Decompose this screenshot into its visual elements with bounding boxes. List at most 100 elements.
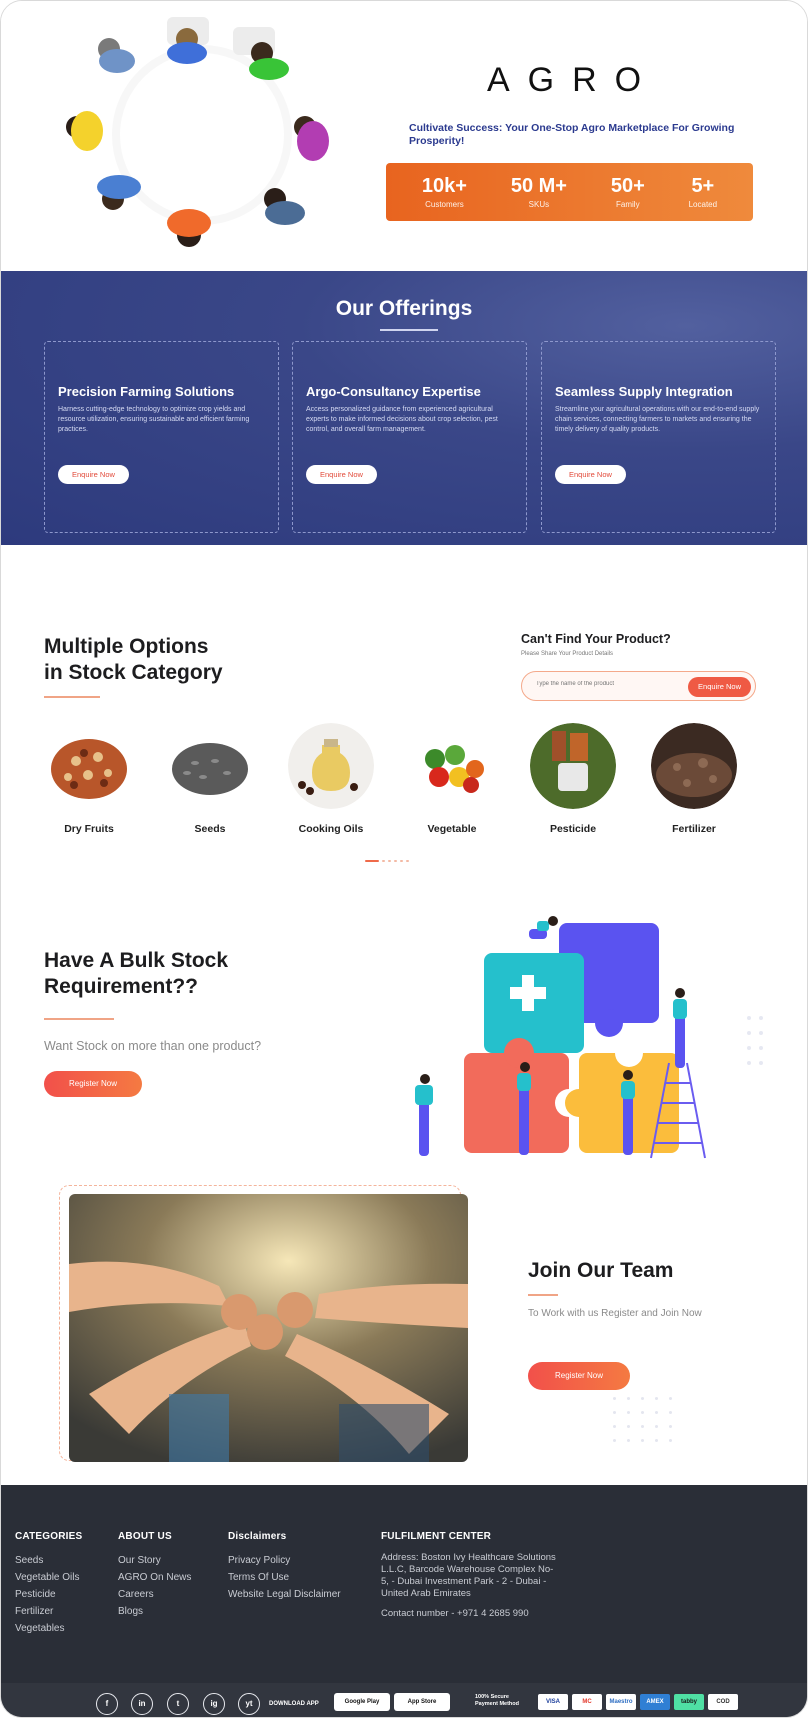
offering-card-precision-farming: Precision Farming Solutions Harness cutt…: [44, 341, 279, 533]
carousel-dot-active[interactable]: [365, 860, 379, 862]
bulk-title: Have A Bulk Stock Requirement??: [44, 948, 228, 1000]
team-meeting-illustration: [66, 17, 329, 247]
secure-line2: Payment Method: [475, 1701, 520, 1707]
download-app-label: DOWNLOAD APP: [269, 1701, 319, 1707]
card-text: Access personalized guidance from experi…: [306, 406, 498, 433]
footer-link-our-story[interactable]: Our Story: [118, 1552, 191, 1569]
brand-logo: AGRO: [487, 61, 660, 99]
category-label: Dry Fruits: [64, 823, 114, 835]
title-underline: [44, 696, 100, 698]
footer-link-terms-of-use[interactable]: Terms Of Use: [228, 1569, 341, 1586]
category-title: Multiple Options in Stock Category: [44, 634, 223, 686]
title-underline: [528, 1294, 558, 1296]
card-title: Seamless Supply Integration: [555, 384, 733, 399]
register-now-button[interactable]: Register Now: [528, 1362, 630, 1390]
hero-tagline: Cultivate Success: Your One-Stop Agro Ma…: [409, 122, 735, 147]
footer-bottom-bar: f in t ig yt DOWNLOAD APP Google Play Ap…: [1, 1683, 807, 1717]
footer-link-careers[interactable]: Careers: [118, 1586, 191, 1603]
enquire-now-button[interactable]: Enquire Now: [555, 465, 626, 484]
find-product-subtitle: Please Share Your Product Details: [521, 651, 614, 657]
category-pesticide[interactable]: Pesticide: [513, 723, 633, 835]
footer-link-news[interactable]: AGRO On News: [118, 1569, 191, 1586]
footer-link-blogs[interactable]: Blogs: [118, 1603, 191, 1620]
title-underline: [380, 329, 438, 331]
google-play-badge[interactable]: Google Play: [334, 1693, 390, 1711]
product-name-input[interactable]: [536, 681, 676, 687]
register-now-button[interactable]: Register Now: [44, 1071, 142, 1097]
stats-bar: 10k+ Customers 50 M+ SKUs 50+ Family 5+ …: [386, 163, 753, 221]
carousel-dot[interactable]: [382, 860, 385, 862]
product-enquiry-form: Enquire Now: [521, 671, 756, 701]
stat-label: Customers: [425, 200, 464, 209]
linkedin-icon[interactable]: in: [131, 1693, 153, 1715]
stat-customers: 10k+ Customers: [422, 175, 467, 209]
offering-card-consultancy: Argo-Consultancy Expertise Access person…: [292, 341, 527, 533]
maestro-icon: Maestro: [606, 1694, 636, 1710]
footer-link-pesticide[interactable]: Pesticide: [15, 1586, 82, 1603]
instagram-icon[interactable]: ig: [203, 1693, 225, 1715]
card-title: Precision Farming Solutions: [58, 384, 235, 399]
category-label: Vegetable: [427, 823, 477, 835]
category-label: Cooking Oils: [298, 823, 364, 835]
stat-skus: 50 M+ SKUs: [511, 175, 567, 209]
page: AGRO Cultivate Success: Your One-Stop Ag…: [0, 0, 808, 1718]
footer-categories: CATEGORIES Seeds Vegetable Oils Pesticid…: [15, 1531, 82, 1637]
category-cooking-oils[interactable]: Cooking Oils: [271, 723, 391, 835]
fulfilment-contact: Contact number - +971 4 2685 990: [381, 1608, 529, 1619]
carousel-dot[interactable]: [388, 860, 391, 862]
carousel-dot[interactable]: [400, 860, 403, 862]
footer-link-vegetable-oils[interactable]: Vegetable Oils: [15, 1569, 82, 1586]
app-store-badge[interactable]: App Store: [394, 1693, 450, 1711]
seeds-image: [167, 723, 253, 809]
team-hands-photo: [69, 1194, 468, 1462]
bulk-subtitle: Want Stock on more than one product?: [44, 1039, 262, 1053]
carousel-dot[interactable]: [394, 860, 397, 862]
footer-disclaimers: Disclaimers Privacy Policy Terms Of Use …: [228, 1531, 341, 1603]
secure-payment-label: 100% Secure Payment Method: [475, 1694, 519, 1708]
pesticide-image: [530, 723, 616, 809]
fulfilment-address: Address: Boston Ivy Healthcare Solutions…: [381, 1552, 556, 1599]
offerings-section: Our Offerings Precision Farming Solution…: [1, 271, 807, 545]
title-underline: [44, 1018, 114, 1020]
cash-on-delivery-icon: COD: [708, 1694, 738, 1710]
category-fertilizer[interactable]: Fertilizer: [634, 723, 754, 835]
decorative-dots: [613, 1397, 672, 1442]
carousel-pagination: [365, 860, 409, 862]
footer-heading: FULFILMENT CENTER: [381, 1531, 492, 1542]
stat-value: 5+: [691, 175, 715, 197]
footer-fulfilment-center: FULFILMENT CENTER Address: Boston Ivy He…: [381, 1531, 559, 1620]
fertilizer-image: [651, 723, 737, 809]
carousel-dot[interactable]: [406, 860, 409, 862]
team-subtitle: To Work with us Register and Join Now: [528, 1308, 702, 1319]
youtube-icon[interactable]: yt: [238, 1693, 260, 1715]
footer-link-legal-disclaimer[interactable]: Website Legal Disclaimer: [228, 1586, 341, 1603]
enquire-now-button[interactable]: Enquire Now: [688, 677, 751, 697]
category-vegetable[interactable]: Vegetable: [392, 723, 512, 835]
enquire-now-button[interactable]: Enquire Now: [306, 465, 377, 484]
footer-link-seeds[interactable]: Seeds: [15, 1552, 82, 1569]
tabby-icon: tabby: [674, 1694, 704, 1710]
twitter-icon[interactable]: t: [167, 1693, 189, 1715]
stat-value: 50 M+: [510, 175, 567, 197]
category-seeds[interactable]: Seeds: [150, 723, 270, 835]
stat-located: 5+ Located: [689, 175, 717, 209]
stat-label: Family: [616, 200, 640, 209]
hero-section: AGRO Cultivate Success: Your One-Stop Ag…: [1, 1, 807, 269]
footer-heading: CATEGORIES: [15, 1531, 83, 1542]
footer-link-privacy-policy[interactable]: Privacy Policy: [228, 1552, 341, 1569]
card-text: Streamline your agricultural operations …: [555, 406, 760, 433]
stat-value: 10k+: [421, 175, 467, 197]
footer: CATEGORIES Seeds Vegetable Oils Pesticid…: [1, 1485, 807, 1717]
card-text: Harness cutting-edge technology to optim…: [58, 406, 250, 433]
footer-link-fertilizer[interactable]: Fertilizer: [15, 1603, 82, 1620]
facebook-icon[interactable]: f: [96, 1693, 118, 1715]
category-title-line1: Multiple Options: [44, 635, 209, 658]
footer-heading: ABOUT US: [118, 1531, 172, 1542]
visa-icon: VISA: [538, 1694, 568, 1710]
category-dry-fruits[interactable]: Dry Fruits: [29, 723, 149, 835]
stat-value: 50+: [610, 175, 645, 197]
vegetable-image: [409, 723, 495, 809]
footer-link-vegetables[interactable]: Vegetables: [15, 1620, 82, 1637]
find-product-title: Can't Find Your Product?: [521, 632, 671, 646]
enquire-now-button[interactable]: Enquire Now: [58, 465, 129, 484]
